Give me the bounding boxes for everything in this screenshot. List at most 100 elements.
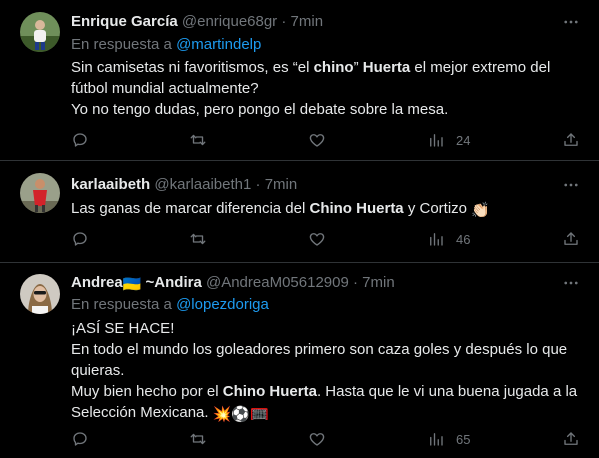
like-button[interactable] [308,429,326,449]
views-button[interactable]: 46 [427,229,470,249]
tweet-text-line: En todo el mundo los goleadores primero … [71,341,568,358]
timestamp[interactable]: 7min [265,176,298,193]
reply-mention-link[interactable]: @martindelp [176,36,261,53]
display-name[interactable]: Enrique García [71,13,178,30]
share-button[interactable] [562,229,580,249]
tweet-feed: Enrique García @enrique68gr · 7min En re… [0,0,599,458]
share-arrow-icon [562,230,580,248]
tweet-text-line: Selección Mexicana. 💥⚽🥅 [71,402,591,425]
text-segment: Las ganas de marcar diferencia del [71,200,310,217]
username[interactable]: @enrique68gr [182,13,277,30]
ellipsis-icon [564,183,578,187]
text-segment: . Hasta que le vi una buena jugada a la [316,383,578,400]
bar-chart-icon [427,230,445,248]
bold-text: Chino Huerta [309,200,404,217]
display-name[interactable]: Andrea🇺🇦 ~Andira [71,274,202,293]
reply-context: En respuesta a @lopezdoriga [71,295,269,315]
share-button[interactable] [562,130,580,150]
views-button[interactable]: 65 [427,429,470,449]
emoji-sequence: 💥⚽🥅 [212,406,269,423]
text-segment: Muy bien hecho por el [71,383,223,400]
reply-button[interactable] [71,229,89,249]
view-count: 65 [456,431,471,447]
text-segment: Selección Mexicana. [71,404,213,421]
more-options-button[interactable] [561,175,581,195]
display-name-part: Andrea [71,274,123,291]
retweet-arrows-icon [189,430,207,448]
text-segment: ” [353,59,363,76]
like-button[interactable] [308,130,326,150]
retweet-button[interactable] [189,229,207,249]
ellipsis-icon [564,281,578,285]
tweet[interactable]: Andrea🇺🇦 ~Andira @AndreaM05612909 · 7min… [0,263,599,458]
view-count: 24 [456,132,471,148]
reply-button[interactable] [71,429,89,449]
clapping-hands-emoji: 👏🏻 [471,202,490,219]
avatar-image [20,173,60,213]
tweet-text-line: quieras. [71,362,125,379]
bar-chart-icon [427,131,445,149]
separator-dot: · [281,13,287,30]
heart-icon [308,131,326,149]
ellipsis-icon [564,20,578,24]
retweet-arrows-icon [189,230,207,248]
more-options-button[interactable] [561,12,581,32]
text-segment: el mejor extremo del [410,59,551,76]
action-bar: 24 [71,130,583,150]
display-name[interactable]: karlaaibeth [71,176,150,193]
tweet-text-line: ¡ASÍ SE HACE! [71,320,175,337]
retweet-button[interactable] [189,429,207,449]
text-segment: Sin camisetas ni favoritismos, es “el [71,59,314,76]
share-button[interactable] [562,429,580,449]
username[interactable]: @karlaaibeth1 [154,176,251,193]
share-arrow-icon [562,430,580,448]
separator-dot: · [255,176,261,193]
tweet-text-line: Las ganas de marcar diferencia del Chino… [71,198,591,221]
tweet-header: karlaaibeth @karlaaibeth1 · 7min [71,175,559,195]
speech-bubble-icon [71,430,89,448]
bold-text: chino [313,59,354,76]
tweet[interactable]: karlaaibeth @karlaaibeth1 · 7min Las gan… [0,161,599,262]
heart-icon [308,430,326,448]
text-segment: y Cortizo [403,200,472,217]
like-button[interactable] [308,229,326,249]
heart-icon [308,230,326,248]
avatar[interactable] [20,173,60,213]
tweet-text-line: Sin camisetas ni favoritismos, es “el ch… [71,57,591,78]
tweet-text: Las ganas de marcar diferencia del Chino… [71,198,591,221]
tweet-header: Andrea🇺🇦 ~Andira @AndreaM05612909 · 7min [71,273,559,293]
views-button[interactable]: 24 [427,130,470,150]
bar-chart-icon [427,430,445,448]
action-bar: 65 [71,429,583,449]
bold-text: Huerta [362,59,411,76]
reply-mention-link[interactable]: @lopezdoriga [176,296,269,313]
action-bar: 46 [71,229,583,249]
retweet-arrows-icon [189,131,207,149]
separator-dot: · [353,274,358,291]
view-count: 46 [456,231,471,247]
reply-prefix: En respuesta a [71,296,172,313]
tweet-header: Enrique García @enrique68gr · 7min [71,12,559,32]
avatar[interactable] [20,12,60,52]
reply-prefix: En respuesta a [71,36,172,53]
bold-text: Chino Huerta [222,383,317,400]
share-arrow-icon [562,131,580,149]
username[interactable]: @AndreaM05612909 [206,274,349,291]
reply-button[interactable] [71,130,89,150]
tweet-text-line: Muy bien hecho por el Chino Huerta. Hast… [71,381,591,402]
tweet-text: Sin camisetas ni favoritismos, es “el ch… [71,57,591,120]
avatar[interactable] [20,274,60,314]
flag-emoji: 🇺🇦 [122,276,142,293]
tweet[interactable]: Enrique García @enrique68gr · 7min En re… [0,0,599,160]
retweet-button[interactable] [189,130,207,150]
timestamp[interactable]: 7min [291,13,324,30]
avatar-image [20,12,60,52]
display-name-part: ~Andira [141,274,202,291]
speech-bubble-icon [71,230,89,248]
avatar-image [20,274,60,314]
timestamp[interactable]: 7min [362,274,395,291]
speech-bubble-icon [71,131,89,149]
tweet-text-line: fútbol mundial actualmente? [71,80,259,97]
tweet-text: ¡ASÍ SE HACE! En todo el mundo los golea… [71,318,591,425]
more-options-button[interactable] [561,273,581,293]
